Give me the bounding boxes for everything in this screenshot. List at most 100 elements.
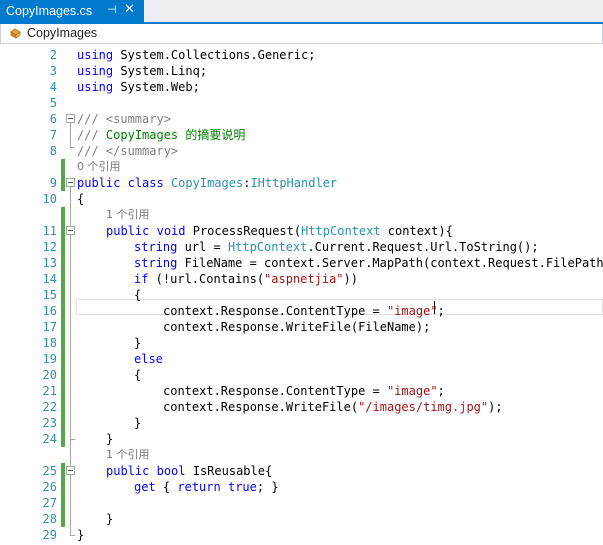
line-number: 18 bbox=[42, 336, 57, 350]
keyword: using bbox=[77, 48, 114, 62]
code-line: 15 { bbox=[0, 287, 603, 303]
code-text: else bbox=[134, 351, 163, 367]
code-line: 29 } bbox=[0, 527, 603, 543]
keyword: else bbox=[134, 352, 163, 366]
keyword: public bbox=[106, 464, 150, 478]
codelens-line: 0 个引用 bbox=[0, 159, 603, 175]
code-text: } bbox=[106, 512, 114, 526]
code-text: string FileName = context.Server.MapPath… bbox=[134, 255, 603, 271]
code-text: public bool IsReusable{ bbox=[106, 463, 272, 479]
code-token: )) bbox=[343, 272, 358, 286]
codelens-references[interactable]: 1 个引用 bbox=[106, 207, 150, 223]
line-number: 3 bbox=[49, 64, 57, 78]
string-literal: "image" bbox=[386, 304, 438, 318]
code-token: context){ bbox=[380, 224, 453, 238]
code-line: 25 public bool IsReusable{ bbox=[0, 463, 603, 479]
keyword: using bbox=[77, 64, 114, 78]
code-line: 24 } bbox=[0, 431, 603, 447]
codelens-references[interactable]: 0 个引用 bbox=[77, 159, 121, 175]
code-text: string url = HttpContext.Current.Request… bbox=[134, 239, 539, 255]
keyword: using bbox=[77, 80, 114, 94]
document-tab[interactable]: CopyImages.cs ⊣ ✕ bbox=[0, 0, 144, 22]
codelens-line: 1 个引用 bbox=[0, 207, 603, 223]
line-number: 10 bbox=[42, 192, 57, 206]
navigation-selected-type[interactable]: CopyImages bbox=[27, 26, 97, 40]
code-line: 7 /// CopyImages 的摘要说明 bbox=[0, 127, 603, 143]
doc-comment-marker: /// bbox=[77, 128, 99, 142]
doc-comment-tag: </summary> bbox=[98, 144, 179, 158]
keyword: true bbox=[227, 480, 257, 494]
code-text: } bbox=[134, 416, 142, 430]
code-line: 22 context.Response.WriteFile("/images/t… bbox=[0, 399, 603, 415]
code-token: ; bbox=[437, 384, 445, 398]
code-token: System.Linq; bbox=[113, 64, 208, 78]
code-token: context.Response.WriteFile( bbox=[163, 400, 359, 414]
code-line: 23 } bbox=[0, 415, 603, 431]
pin-icon[interactable]: ⊣ bbox=[107, 3, 117, 16]
code-token: ; bbox=[437, 304, 445, 318]
line-number: 17 bbox=[42, 320, 57, 334]
codelens-line: 1 个引用 bbox=[0, 447, 603, 463]
line-number: 7 bbox=[49, 128, 57, 142]
code-text: context.Response.WriteFile(FileName); bbox=[163, 320, 431, 334]
line-number: 20 bbox=[42, 368, 57, 382]
doc-comment-text: CopyImages 的摘要说明 bbox=[98, 128, 246, 142]
code-token: ); bbox=[488, 400, 503, 414]
close-icon[interactable]: ✕ bbox=[124, 2, 135, 17]
code-line: 12 string url = HttpContext.Current.Requ… bbox=[0, 239, 603, 255]
line-number: 12 bbox=[42, 240, 57, 254]
code-line: 4 using System.Web; bbox=[0, 79, 603, 95]
code-line: 27 bbox=[0, 495, 603, 511]
code-token: FileName = context.Server.MapPath(contex… bbox=[177, 256, 603, 270]
keyword: if bbox=[134, 272, 149, 286]
keyword: string bbox=[134, 256, 178, 270]
code-editor[interactable]: 2 using System.Collections.Generic; 3 us… bbox=[0, 44, 603, 545]
code-line: 18 } bbox=[0, 335, 603, 351]
line-number: 29 bbox=[42, 528, 57, 542]
keyword: public bbox=[77, 176, 121, 190]
code-text: /// CopyImages 的摘要说明 bbox=[77, 127, 245, 143]
doc-comment-tag: <summary> bbox=[98, 112, 171, 126]
line-number: 27 bbox=[42, 496, 57, 510]
codelens-references[interactable]: 1 个引用 bbox=[106, 447, 150, 463]
line-number: 4 bbox=[49, 80, 57, 94]
line-number: 5 bbox=[49, 96, 57, 110]
code-text: { bbox=[134, 288, 142, 302]
line-number: 23 bbox=[42, 416, 57, 430]
code-token: ; } bbox=[256, 480, 279, 494]
line-number: 16 bbox=[42, 304, 57, 318]
line-number: 13 bbox=[42, 256, 57, 270]
code-text: } bbox=[134, 336, 142, 350]
code-line: 5 bbox=[0, 95, 603, 111]
code-line: 14 if (!url.Contains("aspnetjia")) bbox=[0, 271, 603, 287]
code-text: } bbox=[106, 432, 114, 446]
code-text: context.Response.ContentType = "image"; bbox=[163, 383, 445, 399]
navigation-bar[interactable]: CopyImages bbox=[0, 24, 603, 44]
doc-comment-marker: /// bbox=[77, 144, 99, 158]
code-line: 9 public class CopyImages:IHttpHandler bbox=[0, 175, 603, 191]
line-number: 8 bbox=[49, 144, 57, 158]
keyword: bool bbox=[156, 464, 186, 478]
code-line: 11 public void ProcessRequest(HttpContex… bbox=[0, 223, 603, 239]
string-literal: "image" bbox=[386, 384, 438, 398]
code-text: { bbox=[77, 192, 85, 206]
document-tab-bar: CopyImages.cs ⊣ ✕ bbox=[0, 0, 603, 24]
keyword: void bbox=[156, 224, 186, 238]
code-text: public void ProcessRequest(HttpContext c… bbox=[106, 223, 453, 239]
code-token: ProcessRequest( bbox=[185, 224, 302, 238]
code-line: 26 get { return true; } bbox=[0, 479, 603, 495]
code-token: context.Response.ContentType = bbox=[163, 384, 387, 398]
code-text: using System.Web; bbox=[77, 79, 200, 95]
keyword: public bbox=[106, 224, 150, 238]
code-line: 28 } bbox=[0, 511, 603, 527]
line-number: 28 bbox=[42, 512, 57, 526]
tab-title[interactable]: CopyImages.cs bbox=[6, 4, 92, 18]
keyword: string bbox=[134, 240, 178, 254]
line-number: 15 bbox=[42, 288, 57, 302]
keyword: return bbox=[177, 480, 221, 494]
code-token: (!url.Contains( bbox=[148, 272, 265, 286]
code-line: 10 { bbox=[0, 191, 603, 207]
code-text: using System.Linq; bbox=[77, 63, 207, 79]
code-line: 21 context.Response.ContentType = "image… bbox=[0, 383, 603, 399]
code-token: { bbox=[155, 480, 178, 494]
